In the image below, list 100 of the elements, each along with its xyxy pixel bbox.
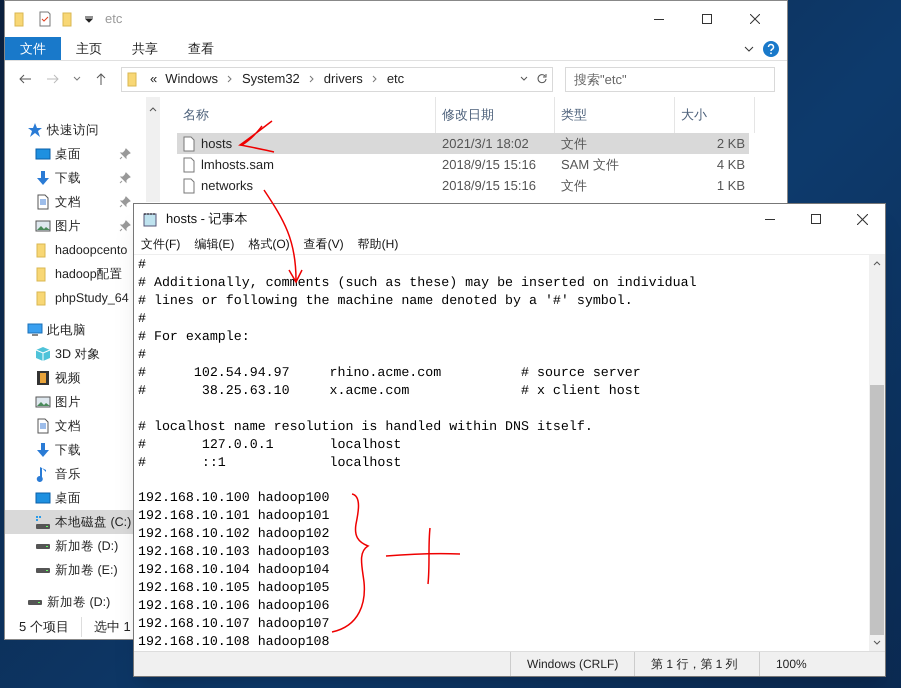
file-size: 2 KB	[716, 134, 745, 153]
text-line: 192.168.10.106 hadoop106	[138, 597, 330, 615]
notepad-icon	[142, 211, 158, 227]
monitor-icon	[35, 146, 51, 162]
drive-icon	[35, 544, 51, 548]
picture-icon	[35, 218, 51, 234]
minimize-icon	[654, 18, 664, 20]
file-icon	[183, 136, 195, 152]
status-text: 100%	[759, 652, 869, 676]
menu-item[interactable]: 编辑(E)	[187, 235, 242, 253]
nav-item[interactable]: 文档	[5, 414, 133, 438]
star-icon	[27, 122, 43, 138]
file-date: 2018/9/15 15:16	[441, 156, 537, 174]
menu-item[interactable]: 文件(F)	[134, 235, 188, 253]
file-icon	[183, 178, 195, 194]
ribbon-tab[interactable]: 共享	[117, 37, 173, 60]
dropdown-icon	[85, 15, 93, 23]
text-line: 192.168.10.107 hadoop107	[138, 615, 330, 633]
menu-item[interactable]: 格式(O)	[241, 235, 297, 253]
ribbon-tab[interactable]: 查看	[173, 37, 229, 60]
ribbon-tab[interactable]: 文件	[5, 37, 61, 60]
nav-item[interactable]: 此电脑	[5, 318, 133, 342]
status-text: 第 1 行，第 1 列	[634, 652, 759, 676]
menu-item[interactable]: 帮助(H)	[350, 235, 406, 253]
nav-item[interactable]: 3D 对象	[5, 342, 133, 366]
file-type: SAM 文件	[560, 156, 620, 174]
chevron-right-icon	[226, 75, 234, 83]
file-row[interactable]: networks 2018/9/15 15:16 文件 1 KB	[177, 175, 749, 196]
nav-item[interactable]: 下载	[5, 438, 133, 462]
checklist-icon	[37, 11, 53, 27]
file-name: networks	[201, 176, 254, 195]
file-size: 4 KB	[716, 156, 745, 174]
nav-item[interactable]: 快速访问	[5, 118, 133, 142]
breadcrumb-item[interactable]: Windows	[165, 69, 218, 89]
nav-item[interactable]: 桌面	[5, 142, 133, 166]
drive-icon	[35, 568, 51, 572]
nav-item[interactable]: 图片	[5, 390, 133, 414]
text-line: # 38.25.63.10 x.acme.com # x client host	[138, 382, 641, 400]
cube-icon	[35, 346, 51, 362]
text-line: # For example:	[138, 328, 250, 346]
nav-item[interactable]: hadoop配置	[5, 262, 133, 286]
status-text: 5 个项目	[19, 618, 69, 636]
drive-icon	[27, 600, 43, 604]
nav-item[interactable]: 文档	[5, 190, 133, 214]
nav-item[interactable]: hadoopcento	[5, 238, 133, 262]
text-line: 192.168.10.102 hadoop102	[138, 525, 330, 543]
window-title: hosts - 记事本	[166, 210, 248, 228]
text-line: 192.168.10.108 hadoop108	[138, 633, 330, 651]
scrollbar[interactable]	[146, 97, 160, 202]
document-icon	[35, 194, 51, 210]
file-name: hosts	[201, 134, 232, 153]
file-row[interactable]: lmhosts.sam 2018/9/15 15:16 SAM 文件 4 KB	[177, 154, 749, 175]
nav-item[interactable]: 视频	[5, 366, 133, 390]
ribbon-tab[interactable]: 主页	[61, 37, 117, 60]
nav-item[interactable]: 下载	[5, 166, 133, 190]
breadcrumb-item[interactable]: «	[150, 69, 158, 89]
maximize-icon	[702, 14, 712, 24]
scrollbar[interactable]	[869, 255, 885, 651]
nav-item[interactable]: 桌面	[5, 486, 133, 510]
text-line: # 127.0.0.1 localhost	[138, 436, 402, 454]
document-icon	[35, 418, 51, 434]
chevron-up-icon	[149, 105, 157, 113]
minimize-icon	[765, 218, 775, 220]
drive-icon	[35, 516, 51, 528]
text-line: # Additionally, comments (such as these) may be inserted on individual	[138, 274, 697, 292]
text-line: 192.168.10.104 hadoop104	[138, 561, 330, 579]
nav-item[interactable]: 新加卷 (D:)	[5, 534, 133, 558]
maximize-icon	[811, 214, 821, 224]
file-type: 文件	[560, 134, 588, 153]
nav-item[interactable]: 本地磁盘 (C:)	[5, 510, 133, 534]
text-line: #	[138, 310, 146, 328]
file-row[interactable]: hosts 2021/3/1 18:02 文件 2 KB	[177, 133, 749, 154]
file-icon	[183, 156, 195, 172]
text-line: # 102.54.94.97 rhino.acme.com # source server	[138, 364, 641, 382]
text-line: 192.168.10.103 hadoop103	[138, 543, 330, 561]
address-bar[interactable]: « Windows System32 drivers etc	[121, 66, 553, 92]
scrollbar-thumb[interactable]	[870, 385, 884, 635]
breadcrumb-item[interactable]: etc	[386, 69, 404, 89]
file-date: 2021/3/1 18:02	[441, 134, 530, 153]
breadcrumb-item[interactable]: System32	[242, 69, 300, 89]
nav-item[interactable]: 新加卷 (D:)	[5, 590, 133, 614]
monitor-icon	[35, 490, 51, 506]
file-name: lmhosts.sam	[201, 156, 274, 174]
nav-item[interactable]: phpStudy_64	[5, 286, 133, 310]
nav-item[interactable]: 图片	[5, 214, 133, 238]
breadcrumb-item[interactable]: drivers	[324, 69, 363, 89]
file-date: 2018/9/15 15:16	[441, 176, 537, 195]
help-icon[interactable]	[763, 40, 779, 56]
text-line: 192.168.10.105 hadoop105	[138, 579, 330, 597]
text-line: #	[138, 346, 146, 364]
menu-item[interactable]: 查看(V)	[296, 235, 351, 253]
computer-icon	[27, 322, 43, 338]
text-line: #	[138, 256, 146, 274]
film-icon	[35, 370, 51, 386]
nav-item[interactable]: 新加卷 (E:)	[5, 558, 133, 582]
chevron-up-icon	[873, 259, 881, 267]
nav-item[interactable]: 音乐	[5, 462, 133, 486]
search-field[interactable]: 搜索"etc"	[565, 66, 775, 92]
text-line: 192.168.10.101 hadoop101	[138, 507, 330, 525]
chevron-down-icon	[873, 639, 881, 647]
